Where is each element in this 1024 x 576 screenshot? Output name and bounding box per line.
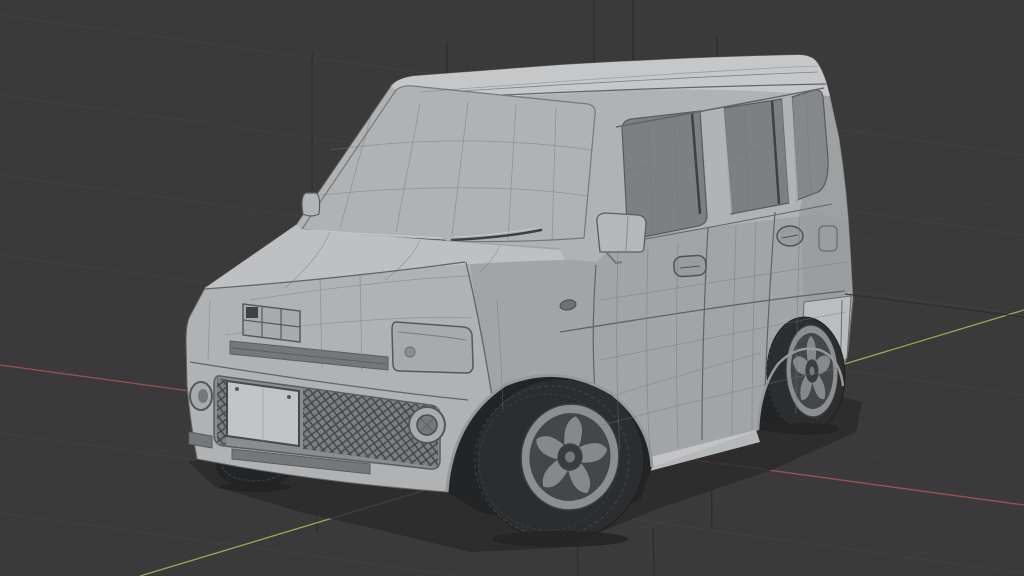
right-fog-lamp <box>408 406 446 444</box>
left-headlight <box>242 303 301 343</box>
right-headlight <box>391 321 474 374</box>
left-mirror <box>301 192 321 217</box>
grille-mesh-left <box>217 378 226 445</box>
license-plate <box>226 379 300 448</box>
left-fog-lamp <box>189 381 213 411</box>
3d-viewport[interactable] <box>0 0 1024 576</box>
front-door-handle <box>673 254 707 278</box>
